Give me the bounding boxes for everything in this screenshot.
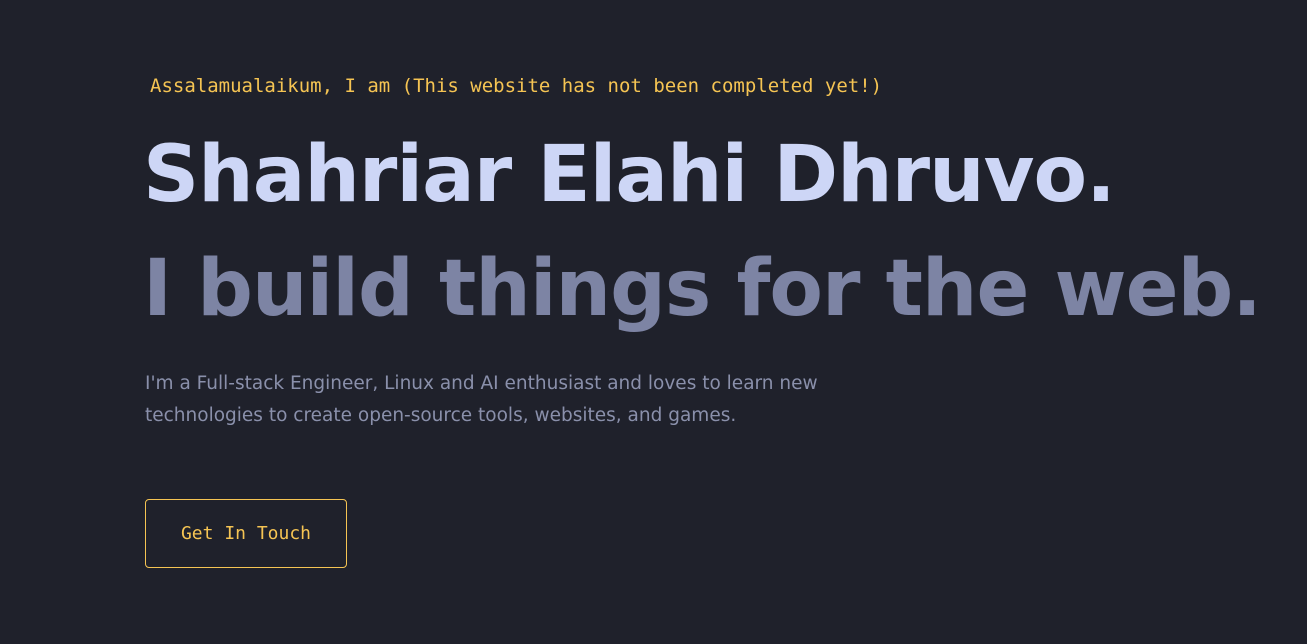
name-heading: Shahriar Elahi Dhruvo. [143, 130, 1116, 220]
hero-section: Assalamualaikum, I am (This website has … [143, 0, 1285, 644]
bio-paragraph: I'm a Full-stack Engineer, Linux and AI … [145, 373, 818, 426]
tagline-heading: I build things for the web. [143, 244, 1262, 334]
greeting-text: Assalamualaikum, I am (This website has … [150, 75, 883, 97]
get-in-touch-button[interactable]: Get In Touch [145, 499, 347, 568]
